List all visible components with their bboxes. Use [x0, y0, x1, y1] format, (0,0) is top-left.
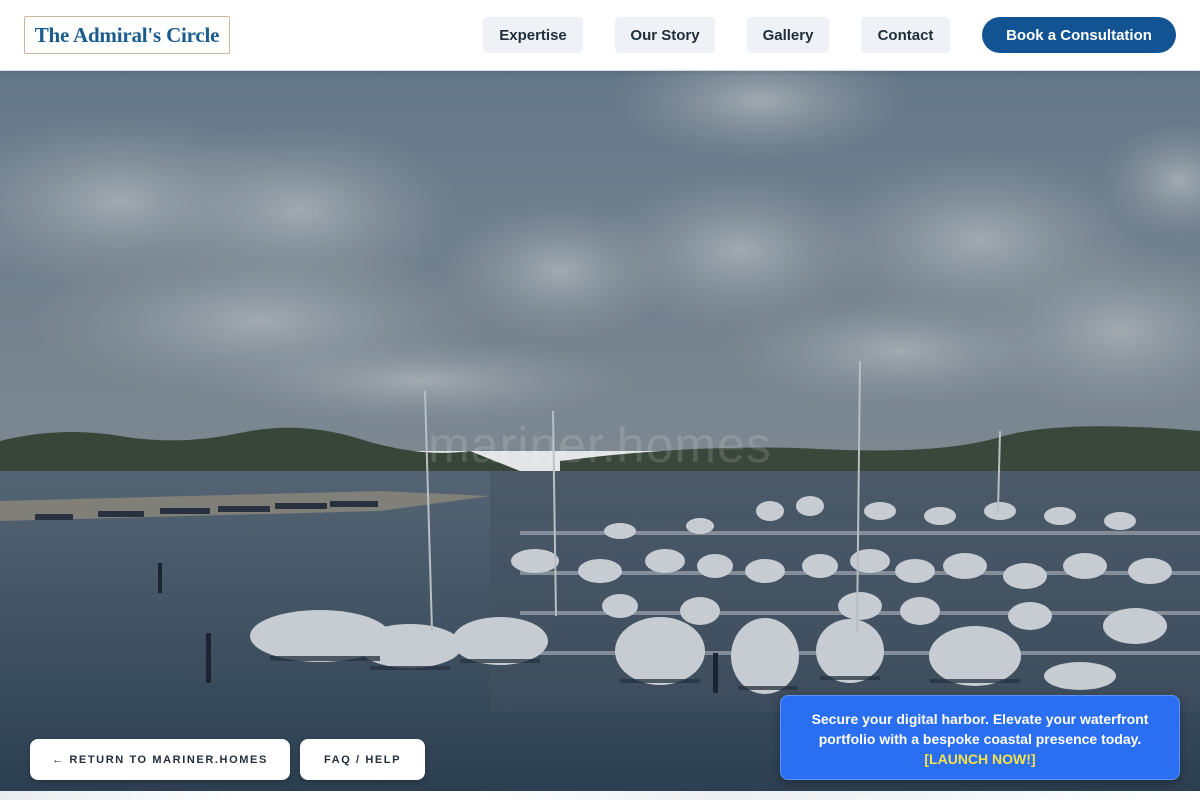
return-to-mariner-button[interactable]: ← RETURN TO MARINER.HOMES	[30, 739, 290, 780]
promo-banner[interactable]: Secure your digital harbor. Elevate your…	[780, 695, 1180, 780]
site-logo[interactable]: The Admiral's Circle	[24, 16, 230, 54]
nav-contact[interactable]: Contact	[861, 17, 950, 53]
promo-text: Secure your digital harbor. Elevate your…	[811, 711, 1149, 747]
site-header: The Admiral's Circle Expertise Our Story…	[0, 0, 1200, 71]
nav-gallery[interactable]: Gallery	[747, 17, 829, 53]
launch-now-link[interactable]: [LAUNCH NOW!]	[803, 749, 1157, 769]
hero-watermark: mariner.homes	[428, 417, 772, 473]
nav-our-story[interactable]: Our Story	[615, 17, 715, 53]
page-bottom-edge	[0, 791, 1200, 800]
book-consultation-button[interactable]: Book a Consultation	[982, 17, 1176, 53]
nav-expertise[interactable]: Expertise	[483, 17, 583, 53]
faq-help-button[interactable]: FAQ / HELP	[300, 739, 425, 780]
hero-section: mariner.homes	[0, 71, 1200, 791]
